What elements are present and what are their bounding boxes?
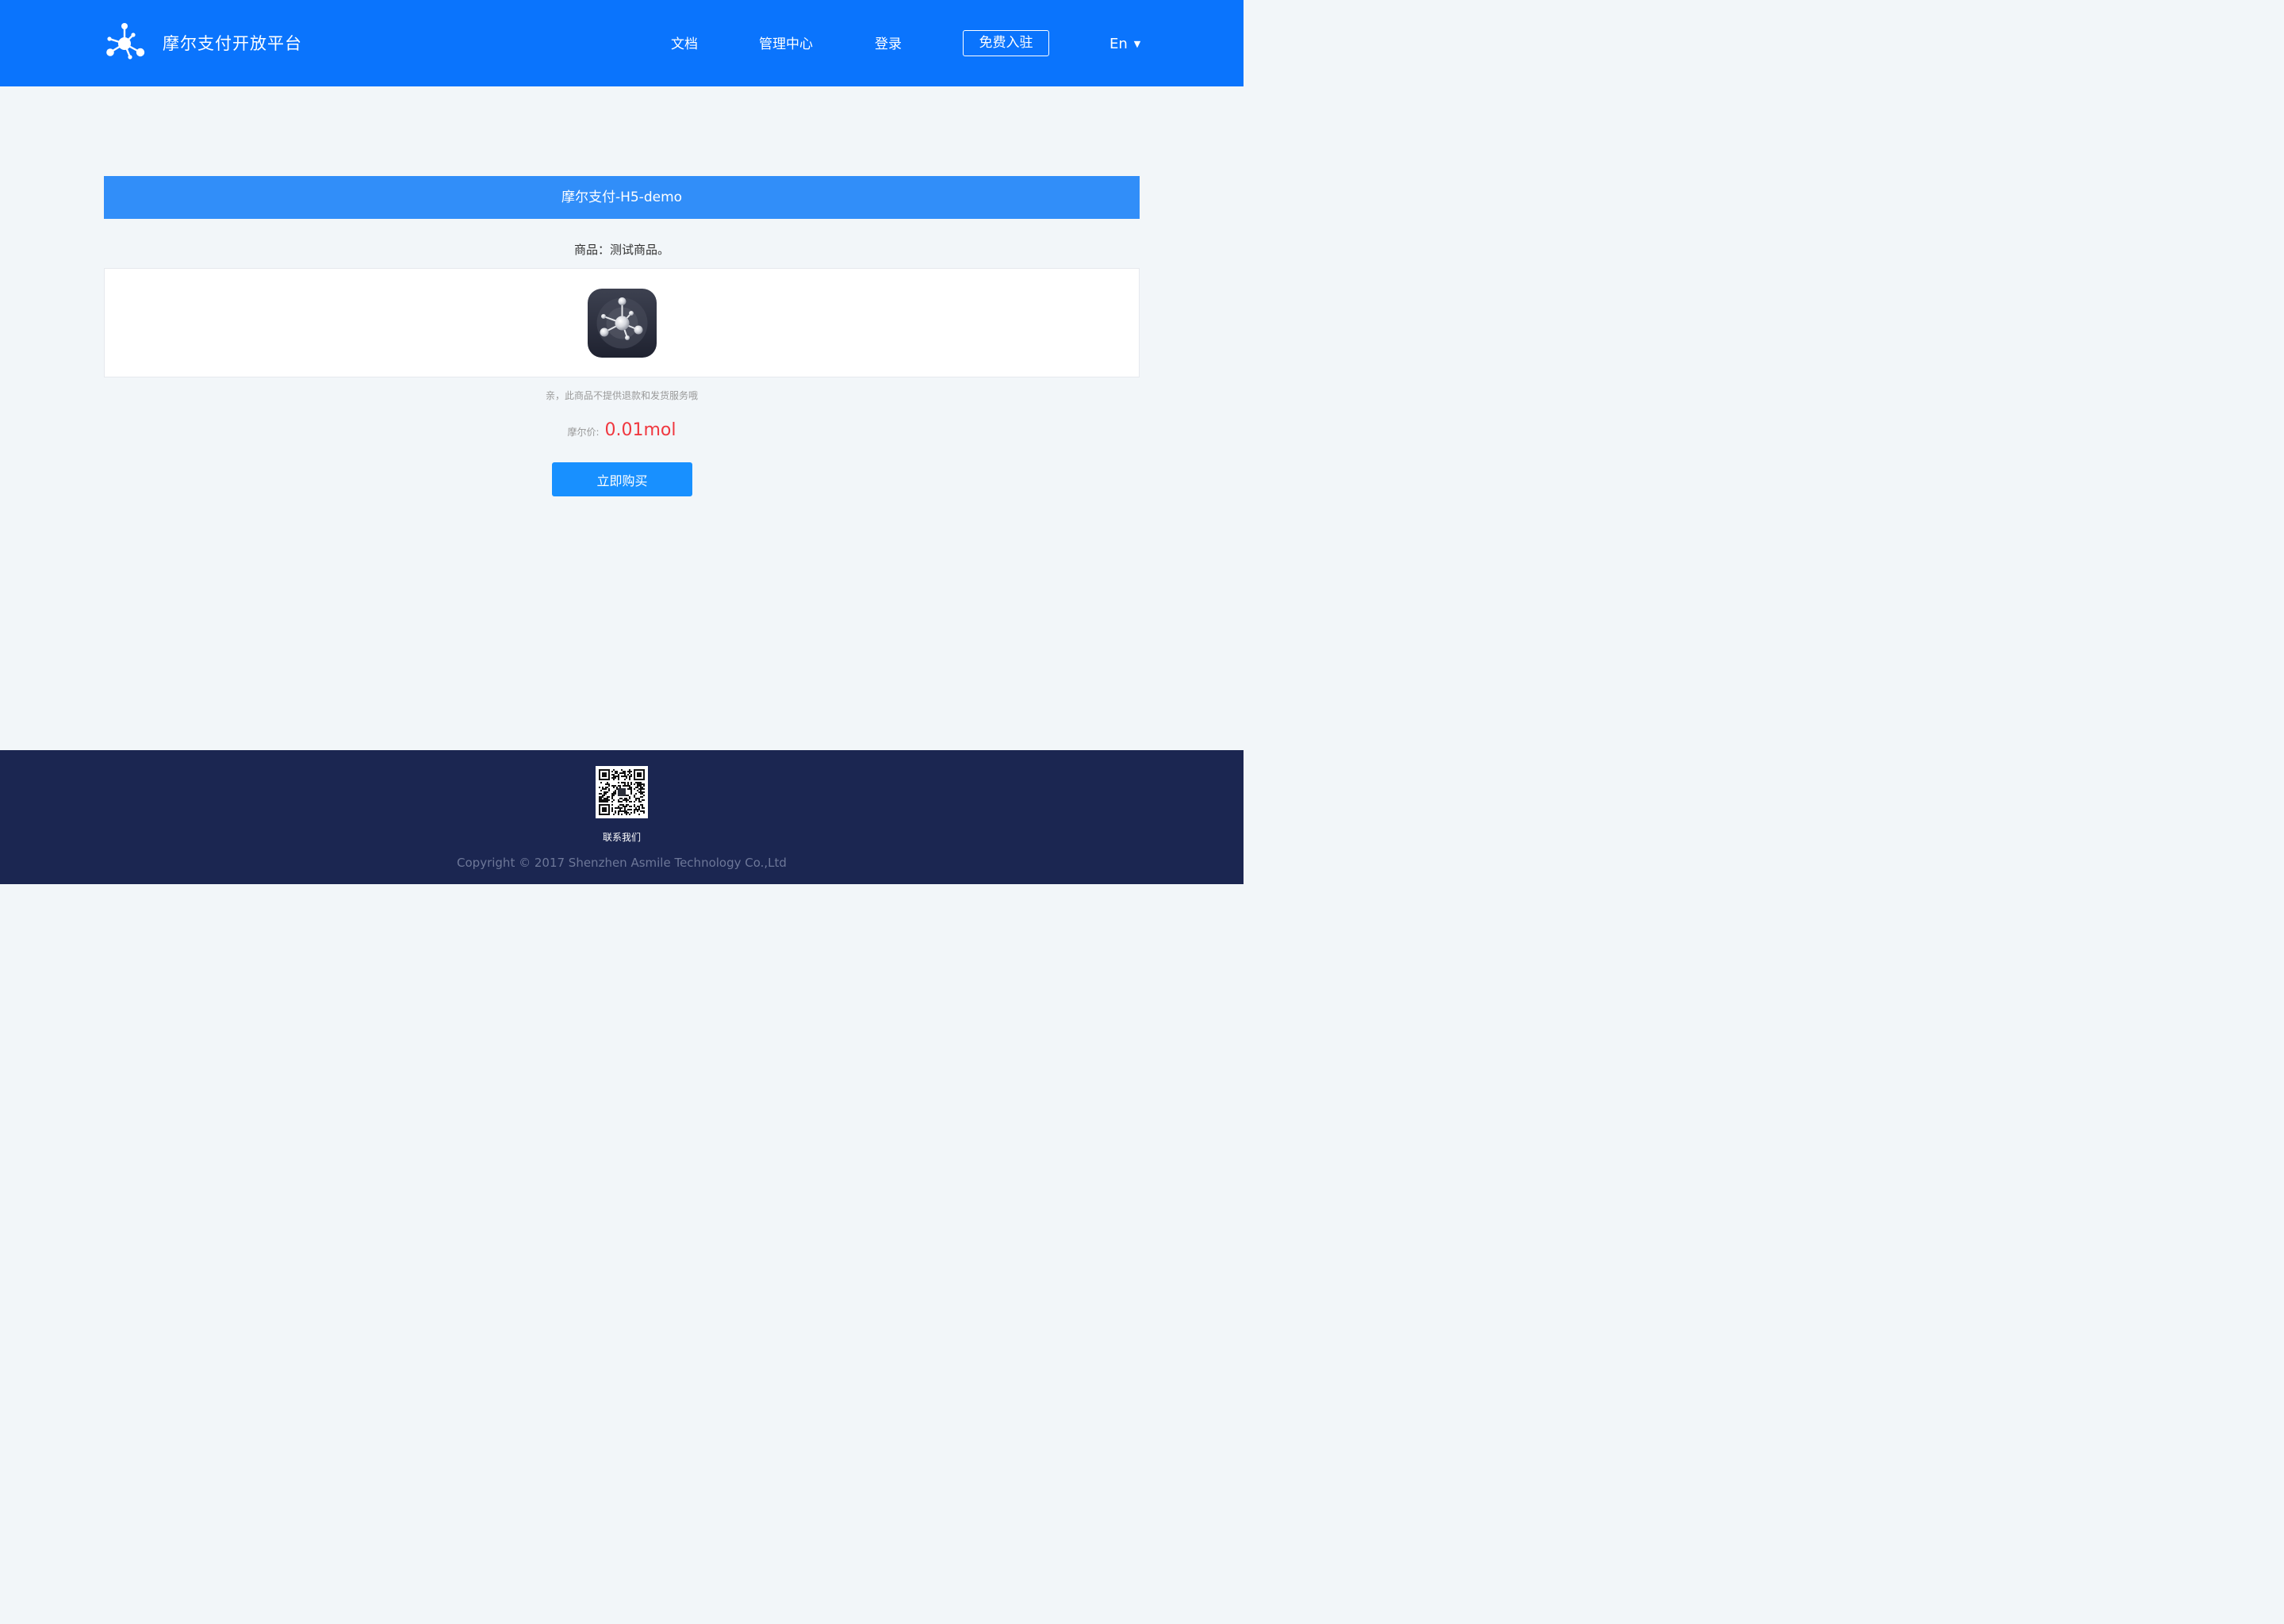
- brand-title: 摩尔支付开放平台: [163, 34, 302, 53]
- language-label: En: [1109, 35, 1128, 52]
- copyright-text: Copyright © 2017 Shenzhen Asmile Technol…: [457, 856, 787, 870]
- nav-login-link[interactable]: 登录: [875, 34, 902, 55]
- price-value: 0.01mol: [604, 420, 676, 440]
- contact-us-link[interactable]: 联系我们: [0, 830, 1244, 844]
- product-image-panel: [104, 268, 1140, 377]
- price-row: 摩尔价: 0.01mol: [0, 420, 1244, 446]
- buy-now-button[interactable]: 立即购买: [552, 462, 692, 496]
- molecule-logo-icon: [106, 23, 145, 59]
- brand-logo-link[interactable]: 摩尔支付开放平台: [104, 21, 302, 64]
- free-join-button[interactable]: 免费入驻: [963, 30, 1049, 56]
- price-label: 摩尔价:: [567, 427, 600, 438]
- site-footer: 联系我们 Copyright © 2017 Shenzhen Asmile Te…: [0, 750, 1244, 884]
- top-header: 摩尔支付开放平台 文档 管理中心 登录 免费入驻 En ▼: [0, 0, 1244, 86]
- no-refund-notice: 亲，此商品不提供退款和发货服务哦: [545, 390, 698, 401]
- product-name-line: 商品：测试商品。: [573, 243, 669, 257]
- qr-code-icon: [596, 766, 648, 818]
- demo-title-bar: 摩尔支付-H5-demo: [104, 176, 1140, 219]
- language-selector[interactable]: En ▼: [1109, 33, 1140, 54]
- molecule-app-icon: [588, 289, 657, 358]
- nav-docs-link[interactable]: 文档: [671, 34, 698, 55]
- nav-admin-center-link[interactable]: 管理中心: [759, 34, 813, 55]
- caret-down-icon: ▼: [1133, 38, 1141, 49]
